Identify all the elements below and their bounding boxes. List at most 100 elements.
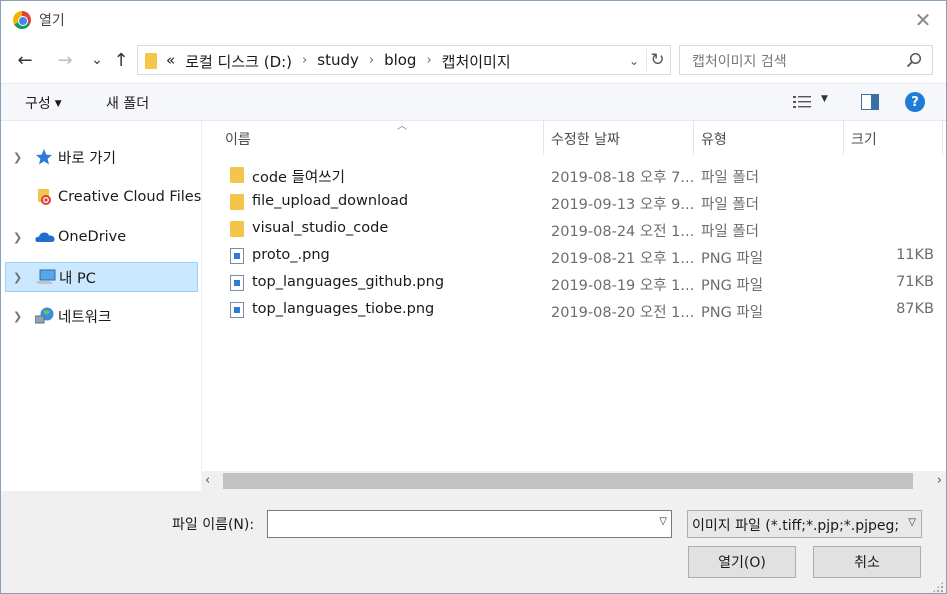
navigation-row: ← → ⌄ ↑ « 로컬 디스크 (D:) › study › blog › 캡…: [1, 39, 946, 81]
scrollbar-thumb[interactable]: [223, 473, 913, 489]
back-arrow-icon[interactable]: ←: [13, 47, 37, 73]
breadcrumb: « 로컬 디스크 (D:) › study › blog › 캡처이미지: [166, 51, 511, 72]
horizontal-scrollbar[interactable]: ‹ ›: [201, 471, 946, 491]
title-bar: 열기 ✕: [1, 1, 946, 39]
scroll-left-icon[interactable]: ‹: [205, 473, 210, 488]
chevron-right-icon[interactable]: ❯: [13, 310, 22, 323]
file-date: 2019-08-18 오후 7...: [551, 170, 695, 186]
up-arrow-icon[interactable]: ↑: [109, 47, 133, 73]
file-date: 2019-09-13 오후 9...: [551, 197, 695, 213]
filter-dropdown-icon[interactable]: ▽: [908, 517, 916, 528]
file-row[interactable]: top_languages_tiobe.png 2019-08-20 오전 1.…: [224, 297, 944, 324]
column-header-size[interactable]: 크기: [851, 121, 941, 155]
file-type: PNG 파일: [701, 251, 764, 267]
sidebar-item-quick-access[interactable]: ❯ 바로 가기: [5, 142, 198, 172]
star-icon: [36, 149, 52, 165]
scroll-right-icon[interactable]: ›: [937, 473, 942, 488]
column-divider[interactable]: [543, 121, 544, 155]
refresh-icon[interactable]: ↻: [646, 49, 668, 71]
cancel-button[interactable]: 취소: [813, 546, 921, 578]
breadcrumb-separator-icon[interactable]: ›: [426, 51, 431, 72]
chevron-right-icon[interactable]: ❯: [13, 151, 22, 164]
view-dropdown-icon[interactable]: ▼: [821, 94, 828, 104]
column-header-date[interactable]: 수정한 날짜: [551, 121, 693, 155]
sidebar-item-label: OneDrive: [58, 229, 127, 245]
sidebar-item-onedrive[interactable]: ❯ OneDrive: [5, 222, 198, 252]
breadcrumb-item-study[interactable]: study: [317, 51, 359, 72]
breadcrumb-overflow[interactable]: «: [166, 51, 175, 72]
png-file-icon: [230, 275, 244, 291]
file-type: PNG 파일: [701, 305, 764, 321]
folder-icon: [145, 53, 157, 69]
chevron-right-icon[interactable]: ❯: [13, 231, 22, 244]
file-name: top_languages_github.png: [252, 274, 445, 290]
file-list: 이름 ︿ 수정한 날짜 유형 크기 code 들여쓰기 2019-08-18 오…: [201, 121, 946, 471]
png-file-icon: [230, 248, 244, 264]
folder-icon: [230, 221, 244, 237]
file-row[interactable]: proto_.png 2019-08-21 오후 1... PNG 파일 11K…: [224, 243, 944, 270]
file-row[interactable]: code 들여쓰기 2019-08-18 오후 7... 파일 폴더: [224, 162, 944, 189]
breadcrumb-separator-icon[interactable]: ›: [302, 51, 307, 72]
column-divider[interactable]: [942, 121, 943, 155]
file-date: 2019-08-19 오후 1...: [551, 278, 695, 294]
new-folder-button[interactable]: 새 폴더: [106, 93, 149, 113]
sidebar-item-this-pc[interactable]: ❯ 내 PC: [5, 262, 198, 292]
preview-pane-icon[interactable]: [861, 94, 879, 110]
file-type: 파일 폴더: [701, 197, 759, 213]
search-icon[interactable]: [906, 52, 922, 68]
breadcrumb-item-current[interactable]: 캡처이미지: [442, 51, 511, 72]
file-type-filter-value: 이미지 파일 (*.tiff;*.pjp;*.pjpeg;: [692, 518, 900, 534]
search-input[interactable]: 캡처이미지 검색: [679, 45, 933, 75]
column-header-label: 이름: [225, 132, 251, 148]
file-type: PNG 파일: [701, 278, 764, 294]
column-divider[interactable]: [693, 121, 694, 155]
file-name: top_languages_tiobe.png: [252, 301, 435, 317]
file-date: 2019-08-24 오전 1...: [551, 224, 695, 240]
close-button[interactable]: ✕: [900, 1, 946, 39]
breadcrumb-item-drive[interactable]: 로컬 디스크 (D:): [185, 51, 292, 72]
address-bar[interactable]: « 로컬 디스크 (D:) › study › blog › 캡처이미지 ⌄ ↻: [137, 45, 671, 75]
sidebar-item-label: 바로 가기: [58, 150, 116, 167]
view-options-icon[interactable]: [793, 95, 811, 110]
file-name: file_upload_download: [252, 193, 409, 209]
column-header-type[interactable]: 유형: [701, 121, 843, 155]
file-date: 2019-08-20 오전 1...: [551, 305, 695, 321]
onedrive-icon: [35, 232, 55, 242]
filename-input[interactable]: ▽: [267, 510, 672, 538]
file-row[interactable]: top_languages_github.png 2019-08-19 오후 1…: [224, 270, 944, 297]
sidebar-item-label: 내 PC: [59, 270, 96, 287]
sidebar-item-creative-cloud[interactable]: Creative Cloud Files: [5, 182, 201, 212]
column-divider[interactable]: [843, 121, 844, 155]
file-row[interactable]: file_upload_download 2019-09-13 오후 9... …: [224, 189, 944, 216]
filename-dropdown-icon[interactable]: ▽: [659, 516, 667, 527]
toolbar: 구성 ▼ 새 폴더 ▼ ?: [1, 83, 946, 121]
open-file-dialog: 열기 ✕ ← → ⌄ ↑ « 로컬 디스크 (D:) › study › blo…: [0, 0, 947, 594]
png-file-icon: [230, 302, 244, 318]
network-icon: [35, 307, 54, 324]
file-type: 파일 폴더: [701, 224, 759, 240]
breadcrumb-item-blog[interactable]: blog: [384, 51, 416, 72]
help-icon[interactable]: ?: [905, 92, 925, 112]
navigation-pane: ❯ 바로 가기 Creative Cloud Files ❯ OneDrive …: [1, 121, 201, 491]
caret-down-icon: ▼: [54, 99, 62, 109]
sidebar-item-network[interactable]: ❯ 네트워크: [5, 301, 198, 331]
organize-button[interactable]: 구성 ▼: [25, 93, 62, 113]
sidebar-item-label: 네트워크: [58, 309, 112, 326]
recent-locations-chevron-icon[interactable]: ⌄: [85, 47, 109, 73]
file-row[interactable]: visual_studio_code 2019-08-24 오전 1... 파일…: [224, 216, 944, 243]
chrome-icon: [13, 11, 31, 29]
resize-grip-icon[interactable]: [932, 581, 944, 593]
column-header-name[interactable]: 이름 ︿: [225, 121, 543, 155]
breadcrumb-separator-icon[interactable]: ›: [369, 51, 374, 72]
filename-label: 파일 이름(N):: [172, 517, 255, 533]
chevron-right-icon[interactable]: ❯: [13, 271, 22, 284]
open-button[interactable]: 열기(O): [688, 546, 796, 578]
file-name: visual_studio_code: [252, 220, 389, 236]
forward-arrow-icon[interactable]: →: [53, 47, 77, 73]
folder-icon: [230, 167, 244, 183]
file-size: 71KB: [896, 274, 934, 290]
file-type-filter-select[interactable]: 이미지 파일 (*.tiff;*.pjp;*.pjpeg; ▽: [687, 510, 922, 538]
address-dropdown-icon[interactable]: ⌄: [624, 50, 644, 72]
window-title: 열기: [39, 13, 65, 29]
pc-icon: [36, 269, 56, 284]
